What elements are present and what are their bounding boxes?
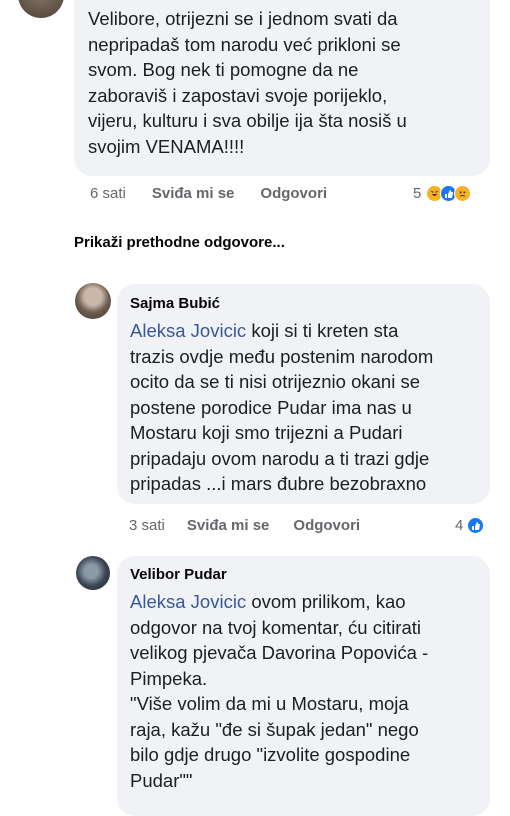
- show-previous-replies[interactable]: Prikaži prethodne odgovore...: [74, 234, 285, 251]
- reaction-summary[interactable]: 5: [413, 185, 472, 202]
- comment-author[interactable]: Sajma Bubić: [130, 295, 220, 312]
- mention-link[interactable]: Aleksa Jovicic: [130, 591, 246, 612]
- reply-button[interactable]: Odgovori: [293, 517, 360, 534]
- comment-text: Aleksa Jovicic koji si ti kreten sta tra…: [130, 318, 490, 497]
- comment-line: Pimpeka.: [130, 667, 208, 689]
- comment-author[interactable]: Velibor Pudar: [130, 566, 227, 583]
- timestamp[interactable]: 3 sati: [129, 517, 165, 534]
- comment-text: Velibore, otrijezni se i jednom svati da…: [88, 6, 488, 159]
- reply-button[interactable]: Odgovori: [260, 185, 327, 202]
- comment-line: Mostaru koji smo trijezni a Pudari: [130, 422, 403, 443]
- comment-line: postene porodice Pudar ima nas u: [130, 396, 412, 418]
- reaction-count: 5: [413, 185, 422, 202]
- comment-line: svom. Bog nek ti pomogne da ne: [88, 59, 359, 80]
- comment-line: svojim VENAMA!!!!: [88, 135, 245, 157]
- comment-line-text: ovom prilikom, kao: [246, 591, 406, 612]
- comment-line: Aleksa Jovicic ovom prilikom, kao: [130, 589, 490, 615]
- comment-line: Aleksa Jovicic koji si ti kreten sta: [130, 318, 490, 344]
- reaction-summary[interactable]: 4: [455, 517, 485, 534]
- comment-line: Velibore, otrijezni se i jednom svati da: [88, 8, 398, 29]
- comment-actions: 6 sati Sviđa mi se Odgovori: [90, 185, 327, 202]
- comment-line: vijeru, kulturu i sva obilje ija šta nos…: [88, 110, 407, 131]
- timestamp[interactable]: 6 sati: [90, 185, 126, 202]
- comment-line: odgovor na tvoj komentar, ću citirati: [130, 616, 422, 638]
- like-button[interactable]: Sviđa mi se: [152, 185, 235, 202]
- comment-actions: 3 sati Sviđa mi se Odgovori: [129, 517, 360, 534]
- comment-line: pripadas ...i mars đubre bezobraxno: [130, 473, 427, 494]
- comment-line: bilo gdje drugo "izvolite gospodine: [130, 744, 411, 765]
- comment-line: trazis ovdje među postenim narodom: [130, 345, 434, 367]
- comment-line: pripadaju ovom narodu a ti trazi gdje: [130, 447, 430, 469]
- comment-line: "Više volim da mi u Mostaru, moja: [130, 693, 409, 714]
- comment-line: ocito da se ti nisi otrijeznio okani se: [130, 371, 420, 392]
- like-icon: [467, 517, 485, 534]
- comment-line: velikog pjevača Davorina Popovića -: [130, 642, 429, 663]
- sad-icon: [454, 185, 472, 202]
- reaction-count: 4: [455, 517, 464, 534]
- comment-line-text: koji si ti kreten sta: [246, 320, 399, 341]
- avatar[interactable]: [75, 283, 111, 319]
- mention-link[interactable]: Aleksa Jovicic: [130, 320, 246, 341]
- avatar[interactable]: [76, 556, 110, 590]
- comment-line: Pudar"": [130, 769, 193, 791]
- like-button[interactable]: Sviđa mi se: [187, 517, 270, 534]
- avatar[interactable]: [18, 0, 64, 18]
- comment-text: Aleksa Jovicic ovom prilikom, kao odgovo…: [130, 589, 490, 793]
- comment-line: raja, kažu "đe si šupak jedan" nego: [130, 718, 419, 740]
- comment-line: zaboraviš i zapostavi svoje porijeklo,: [88, 84, 388, 106]
- comment-line: nepripadaš tom narodu već prikloni se: [88, 33, 401, 55]
